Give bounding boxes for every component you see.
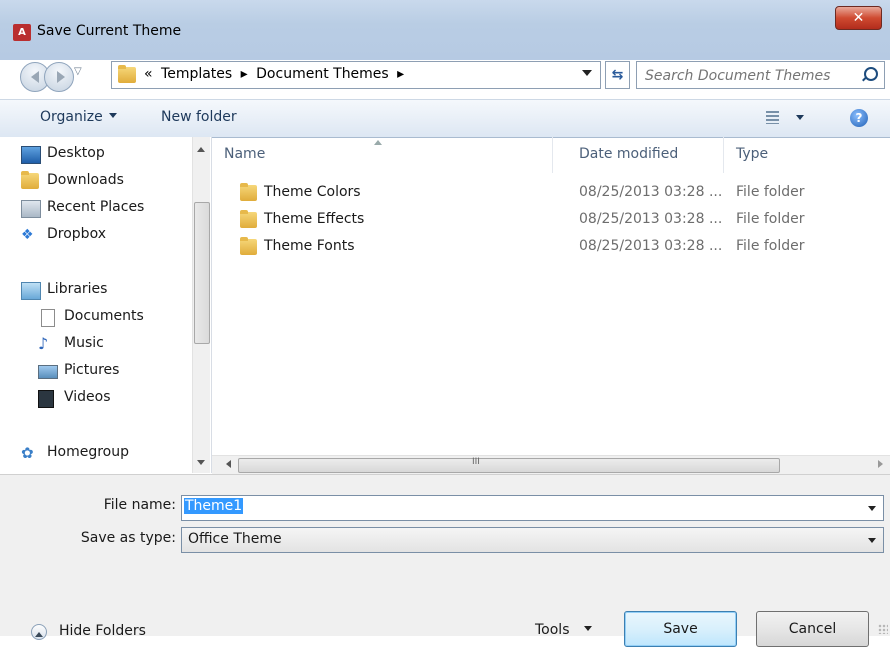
cancel-button[interactable]: Cancel xyxy=(756,611,869,647)
save-button[interactable]: Save xyxy=(624,611,737,647)
folder-icon xyxy=(240,210,257,228)
hide-folders-label: Hide Folders xyxy=(59,623,146,639)
file-name-value[interactable]: Theme1 xyxy=(184,498,244,514)
nav-item-label: Pictures xyxy=(64,362,120,378)
file-name: Theme Fonts xyxy=(264,238,355,254)
column-header-label: Date modified xyxy=(579,146,679,162)
recent-places-icon xyxy=(21,200,41,218)
nav-item-label: Dropbox xyxy=(47,226,106,242)
videos-icon xyxy=(38,390,54,408)
nav-item-label: Homegroup xyxy=(47,444,130,460)
file-name: Theme Effects xyxy=(264,211,365,227)
documents-icon xyxy=(41,309,55,327)
chevron-down-icon xyxy=(108,112,117,122)
file-type: File folder xyxy=(736,211,805,227)
scroll-right-icon[interactable] xyxy=(878,460,887,468)
column-header-date-modified[interactable]: Date modified xyxy=(567,137,724,173)
chevron-down-icon[interactable] xyxy=(868,538,876,547)
save-as-type-value: Office Theme xyxy=(188,531,282,547)
navigation-pane: Desktop Downloads Recent Places ❖ Dropbo… xyxy=(0,137,212,473)
address-bar[interactable]: « Templates ▸ Document Themes ▸ xyxy=(111,61,601,89)
recent-pages-dropdown[interactable]: ▽ xyxy=(74,66,82,77)
organize-button[interactable]: Organize xyxy=(40,109,117,125)
breadcrumb-overflow[interactable]: « xyxy=(144,66,153,82)
nav-item-label: Music xyxy=(64,335,104,351)
view-options-dropdown-icon[interactable] xyxy=(796,115,804,124)
change-view-icon[interactable] xyxy=(766,111,779,124)
file-list: Name Date modified Type Theme Colors 08/… xyxy=(212,137,890,453)
horizontal-scroll-thumb[interactable]: III xyxy=(238,457,780,473)
tools-label: Tools xyxy=(535,622,570,638)
file-type: File folder xyxy=(736,238,805,254)
music-icon: ♪ xyxy=(38,334,49,353)
breadcrumb-document-themes[interactable]: Document Themes xyxy=(256,66,389,82)
folder-icon xyxy=(118,65,136,83)
chevron-down-icon[interactable] xyxy=(868,506,876,515)
file-list-horizontal-scrollbar[interactable]: III xyxy=(212,455,890,474)
breadcrumb-templates[interactable]: Templates xyxy=(161,66,232,82)
close-button[interactable]: ✕ xyxy=(835,6,882,30)
save-form: File name: Theme1 Save as type: Office T… xyxy=(0,474,890,647)
file-row[interactable]: Theme Colors 08/25/2013 03:28 ... File f… xyxy=(212,180,890,206)
chevron-down-icon xyxy=(583,625,592,635)
command-bar: Organize New folder ? xyxy=(0,99,890,138)
forward-button[interactable] xyxy=(44,62,74,92)
tools-menu-button[interactable]: Tools xyxy=(535,622,592,638)
access-app-icon: A xyxy=(13,24,31,41)
nav-item-label: Downloads xyxy=(47,172,124,188)
search-input[interactable] xyxy=(643,65,847,87)
libraries-icon xyxy=(21,282,41,300)
desktop-icon xyxy=(21,146,41,164)
breadcrumb-separator[interactable]: ▸ xyxy=(397,66,404,82)
file-row[interactable]: Theme Effects 08/25/2013 03:28 ... File … xyxy=(212,207,890,233)
save-as-type-label: Save as type: xyxy=(80,530,176,546)
nav-item-label: Videos xyxy=(64,389,111,405)
nav-item-label: Desktop xyxy=(47,145,105,161)
collapse-up-icon xyxy=(31,624,47,640)
scroll-left-icon[interactable] xyxy=(222,460,231,468)
downloads-folder-icon xyxy=(21,171,39,189)
address-dropdown-icon[interactable] xyxy=(582,70,592,81)
file-row[interactable]: Theme Fonts 08/25/2013 03:28 ... File fo… xyxy=(212,234,890,260)
nav-item-label: Libraries xyxy=(47,281,108,297)
nav-item-label: Documents xyxy=(64,308,144,324)
folder-icon xyxy=(240,237,257,255)
breadcrumb-separator[interactable]: ▸ xyxy=(241,66,248,82)
scroll-down-icon[interactable] xyxy=(197,460,205,469)
resize-grip-icon[interactable] xyxy=(878,624,888,634)
pictures-icon xyxy=(38,365,58,379)
dropbox-icon: ❖ xyxy=(21,227,34,243)
scroll-up-icon[interactable] xyxy=(197,143,205,152)
file-name-label: File name: xyxy=(103,497,176,513)
column-header-label: Name xyxy=(224,146,266,162)
column-header-label: Type xyxy=(736,146,769,162)
file-name: Theme Colors xyxy=(264,184,361,200)
help-icon[interactable]: ? xyxy=(850,109,868,127)
nav-scroll-thumb[interactable] xyxy=(194,202,210,344)
scroll-grip-icon: III xyxy=(472,457,480,467)
nav-pane-scrollbar[interactable] xyxy=(192,137,210,473)
refresh-button[interactable]: ⇆ xyxy=(605,61,630,89)
title-bar: A Save Current Theme ✕ ▽ « Templates ▸ D… xyxy=(0,0,890,92)
search-box[interactable] xyxy=(636,61,885,89)
window-title: Save Current Theme xyxy=(37,23,182,39)
sort-ascending-icon xyxy=(374,136,382,145)
file-date: 08/25/2013 03:28 ... xyxy=(579,238,723,254)
column-header-name[interactable]: Name xyxy=(212,137,553,173)
file-date: 08/25/2013 03:28 ... xyxy=(579,211,723,227)
file-name-field[interactable]: Theme1 xyxy=(181,495,884,521)
homegroup-icon: ✿ xyxy=(21,444,34,462)
new-folder-button[interactable]: New folder xyxy=(161,109,237,125)
file-date: 08/25/2013 03:28 ... xyxy=(579,184,723,200)
nav-item-label: Recent Places xyxy=(47,199,145,215)
save-as-type-select[interactable]: Office Theme xyxy=(181,527,884,553)
column-header-type[interactable]: Type xyxy=(724,137,884,173)
search-icon[interactable] xyxy=(864,67,878,81)
folder-icon xyxy=(240,183,257,201)
file-type: File folder xyxy=(736,184,805,200)
breadcrumb: « Templates ▸ Document Themes ▸ xyxy=(144,66,408,82)
